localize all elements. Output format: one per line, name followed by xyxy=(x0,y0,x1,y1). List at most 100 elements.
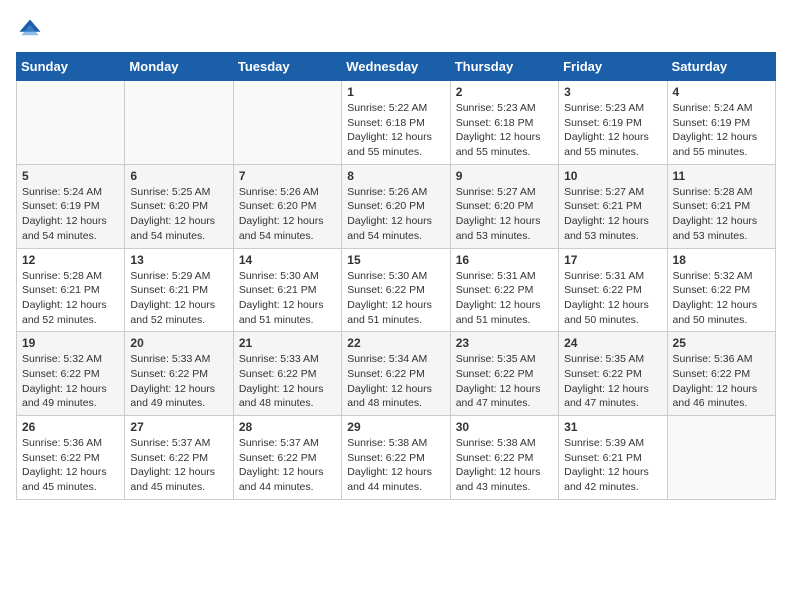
day-number: 26 xyxy=(22,420,119,434)
day-info: Sunrise: 5:26 AM Sunset: 6:20 PM Dayligh… xyxy=(347,185,444,244)
calendar-cell: 8 Sunrise: 5:26 AM Sunset: 6:20 PM Daylig… xyxy=(342,164,450,248)
day-number: 15 xyxy=(347,253,444,267)
day-info: Sunrise: 5:31 AM Sunset: 6:22 PM Dayligh… xyxy=(456,269,553,328)
day-number: 28 xyxy=(239,420,336,434)
day-number: 11 xyxy=(673,169,770,183)
calendar-body: 1Sunrise: 5:22 AM Sunset: 6:18 PM Daylig… xyxy=(17,81,776,500)
calendar-cell: 26 Sunrise: 5:36 AM Sunset: 6:22 PM Dayli… xyxy=(17,416,125,500)
calendar-cell: 27 Sunrise: 5:37 AM Sunset: 6:22 PM Dayli… xyxy=(125,416,233,500)
day-info: Sunrise: 5:28 AM Sunset: 6:21 PM Dayligh… xyxy=(22,269,119,328)
calendar-week-row: 5 Sunrise: 5:24 AM Sunset: 6:19 PM Daylig… xyxy=(17,164,776,248)
day-number: 4 xyxy=(673,85,770,99)
day-info: Sunrise: 5:24 AM Sunset: 6:19 PM Dayligh… xyxy=(673,101,770,160)
day-number: 12 xyxy=(22,253,119,267)
day-number: 3 xyxy=(564,85,661,99)
calendar-table: SundayMondayTuesdayWednesdayThursdayFrid… xyxy=(16,52,776,500)
calendar-week-row: 26 Sunrise: 5:36 AM Sunset: 6:22 PM Dayli… xyxy=(17,416,776,500)
day-info: Sunrise: 5:37 AM Sunset: 6:22 PM Dayligh… xyxy=(239,436,336,495)
calendar-cell: 25 Sunrise: 5:36 AM Sunset: 6:22 PM Dayli… xyxy=(667,332,775,416)
day-info: Sunrise: 5:29 AM Sunset: 6:21 PM Dayligh… xyxy=(130,269,227,328)
page-header xyxy=(16,16,776,44)
day-info: Sunrise: 5:39 AM Sunset: 6:21 PM Dayligh… xyxy=(564,436,661,495)
calendar-cell: 16Sunrise: 5:31 AM Sunset: 6:22 PM Dayli… xyxy=(450,248,558,332)
day-number: 22 xyxy=(347,336,444,350)
day-info: Sunrise: 5:35 AM Sunset: 6:22 PM Dayligh… xyxy=(564,352,661,411)
logo xyxy=(16,16,48,44)
weekday-header: Monday xyxy=(125,53,233,81)
day-info: Sunrise: 5:30 AM Sunset: 6:21 PM Dayligh… xyxy=(239,269,336,328)
calendar-cell: 9 Sunrise: 5:27 AM Sunset: 6:20 PM Daylig… xyxy=(450,164,558,248)
day-number: 8 xyxy=(347,169,444,183)
day-info: Sunrise: 5:38 AM Sunset: 6:22 PM Dayligh… xyxy=(347,436,444,495)
calendar-cell: 11 Sunrise: 5:28 AM Sunset: 6:21 PM Dayli… xyxy=(667,164,775,248)
day-info: Sunrise: 5:37 AM Sunset: 6:22 PM Dayligh… xyxy=(130,436,227,495)
day-number: 27 xyxy=(130,420,227,434)
day-number: 1 xyxy=(347,85,444,99)
calendar-cell: 31 Sunrise: 5:39 AM Sunset: 6:21 PM Dayli… xyxy=(559,416,667,500)
calendar-cell: 14 Sunrise: 5:30 AM Sunset: 6:21 PM Dayli… xyxy=(233,248,341,332)
day-info: Sunrise: 5:35 AM Sunset: 6:22 PM Dayligh… xyxy=(456,352,553,411)
day-info: Sunrise: 5:36 AM Sunset: 6:22 PM Dayligh… xyxy=(673,352,770,411)
day-number: 13 xyxy=(130,253,227,267)
calendar-cell xyxy=(17,81,125,165)
day-info: Sunrise: 5:27 AM Sunset: 6:20 PM Dayligh… xyxy=(456,185,553,244)
day-number: 30 xyxy=(456,420,553,434)
day-info: Sunrise: 5:30 AM Sunset: 6:22 PM Dayligh… xyxy=(347,269,444,328)
calendar-cell xyxy=(125,81,233,165)
day-info: Sunrise: 5:26 AM Sunset: 6:20 PM Dayligh… xyxy=(239,185,336,244)
day-number: 20 xyxy=(130,336,227,350)
day-number: 23 xyxy=(456,336,553,350)
calendar-cell: 19Sunrise: 5:32 AM Sunset: 6:22 PM Dayli… xyxy=(17,332,125,416)
day-info: Sunrise: 5:36 AM Sunset: 6:22 PM Dayligh… xyxy=(22,436,119,495)
calendar-cell: 12 Sunrise: 5:28 AM Sunset: 6:21 PM Dayli… xyxy=(17,248,125,332)
day-number: 24 xyxy=(564,336,661,350)
day-info: Sunrise: 5:38 AM Sunset: 6:22 PM Dayligh… xyxy=(456,436,553,495)
day-number: 31 xyxy=(564,420,661,434)
day-number: 10 xyxy=(564,169,661,183)
weekday-header: Sunday xyxy=(17,53,125,81)
day-number: 18 xyxy=(673,253,770,267)
weekday-header: Wednesday xyxy=(342,53,450,81)
calendar-cell: 17Sunrise: 5:31 AM Sunset: 6:22 PM Dayli… xyxy=(559,248,667,332)
calendar-week-row: 1Sunrise: 5:22 AM Sunset: 6:18 PM Daylig… xyxy=(17,81,776,165)
calendar-cell: 22 Sunrise: 5:34 AM Sunset: 6:22 PM Dayli… xyxy=(342,332,450,416)
calendar-cell: 24 Sunrise: 5:35 AM Sunset: 6:22 PM Dayli… xyxy=(559,332,667,416)
calendar-cell: 18Sunrise: 5:32 AM Sunset: 6:22 PM Dayli… xyxy=(667,248,775,332)
day-number: 9 xyxy=(456,169,553,183)
calendar-cell: 1Sunrise: 5:22 AM Sunset: 6:18 PM Daylig… xyxy=(342,81,450,165)
calendar-header: SundayMondayTuesdayWednesdayThursdayFrid… xyxy=(17,53,776,81)
day-number: 29 xyxy=(347,420,444,434)
weekday-row: SundayMondayTuesdayWednesdayThursdayFrid… xyxy=(17,53,776,81)
calendar-cell: 20 Sunrise: 5:33 AM Sunset: 6:22 PM Dayli… xyxy=(125,332,233,416)
day-info: Sunrise: 5:25 AM Sunset: 6:20 PM Dayligh… xyxy=(130,185,227,244)
day-info: Sunrise: 5:34 AM Sunset: 6:22 PM Dayligh… xyxy=(347,352,444,411)
calendar-cell: 23 Sunrise: 5:35 AM Sunset: 6:22 PM Dayli… xyxy=(450,332,558,416)
weekday-header: Tuesday xyxy=(233,53,341,81)
calendar-cell xyxy=(233,81,341,165)
logo-icon xyxy=(16,16,44,44)
day-number: 6 xyxy=(130,169,227,183)
calendar-cell: 6 Sunrise: 5:25 AM Sunset: 6:20 PM Daylig… xyxy=(125,164,233,248)
day-info: Sunrise: 5:24 AM Sunset: 6:19 PM Dayligh… xyxy=(22,185,119,244)
calendar-cell: 15 Sunrise: 5:30 AM Sunset: 6:22 PM Dayli… xyxy=(342,248,450,332)
day-number: 25 xyxy=(673,336,770,350)
calendar-cell: 2Sunrise: 5:23 AM Sunset: 6:18 PM Daylig… xyxy=(450,81,558,165)
calendar-cell: 10 Sunrise: 5:27 AM Sunset: 6:21 PM Dayli… xyxy=(559,164,667,248)
day-number: 14 xyxy=(239,253,336,267)
day-number: 5 xyxy=(22,169,119,183)
calendar-cell xyxy=(667,416,775,500)
calendar-cell: 28 Sunrise: 5:37 AM Sunset: 6:22 PM Dayli… xyxy=(233,416,341,500)
day-info: Sunrise: 5:33 AM Sunset: 6:22 PM Dayligh… xyxy=(239,352,336,411)
calendar-week-row: 19Sunrise: 5:32 AM Sunset: 6:22 PM Dayli… xyxy=(17,332,776,416)
day-info: Sunrise: 5:27 AM Sunset: 6:21 PM Dayligh… xyxy=(564,185,661,244)
day-info: Sunrise: 5:28 AM Sunset: 6:21 PM Dayligh… xyxy=(673,185,770,244)
calendar-cell: 5 Sunrise: 5:24 AM Sunset: 6:19 PM Daylig… xyxy=(17,164,125,248)
day-info: Sunrise: 5:33 AM Sunset: 6:22 PM Dayligh… xyxy=(130,352,227,411)
weekday-header: Saturday xyxy=(667,53,775,81)
day-number: 2 xyxy=(456,85,553,99)
calendar-cell: 4 Sunrise: 5:24 AM Sunset: 6:19 PM Daylig… xyxy=(667,81,775,165)
day-number: 19 xyxy=(22,336,119,350)
calendar-cell: 13 Sunrise: 5:29 AM Sunset: 6:21 PM Dayli… xyxy=(125,248,233,332)
day-number: 21 xyxy=(239,336,336,350)
calendar-cell: 3Sunrise: 5:23 AM Sunset: 6:19 PM Daylig… xyxy=(559,81,667,165)
